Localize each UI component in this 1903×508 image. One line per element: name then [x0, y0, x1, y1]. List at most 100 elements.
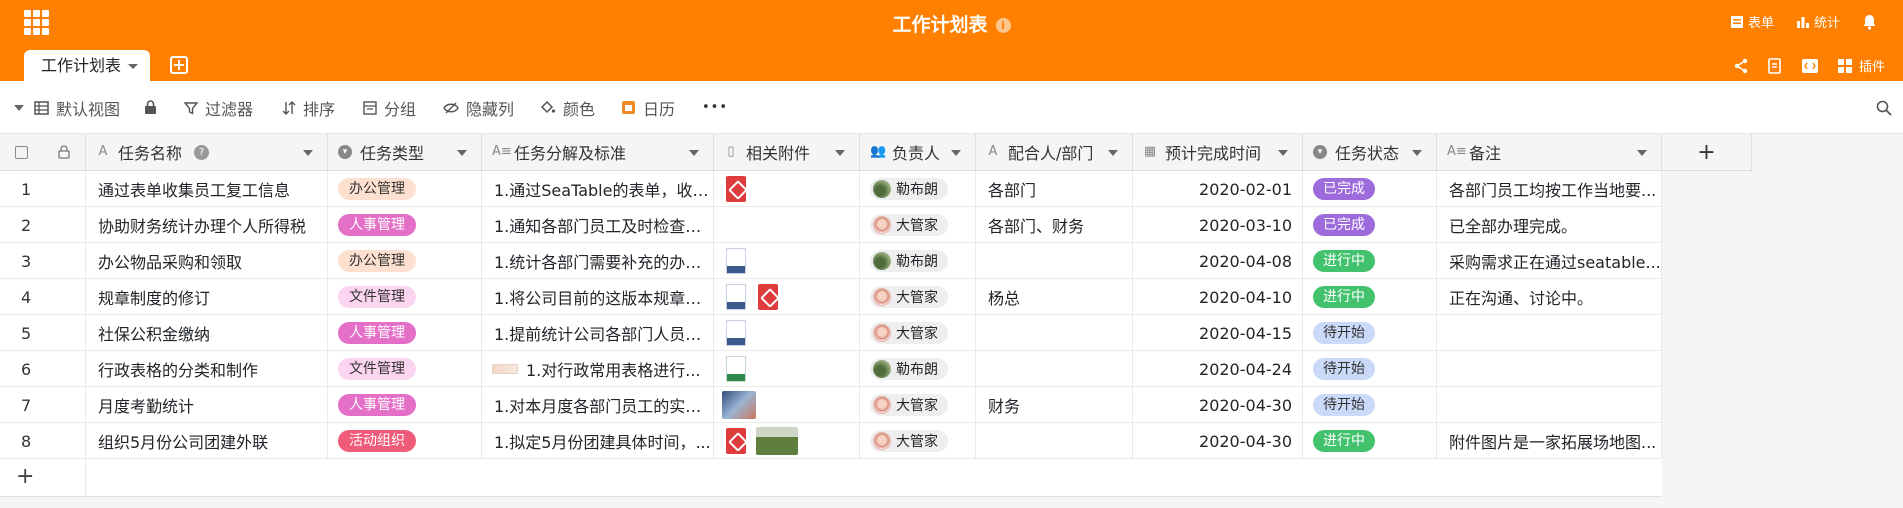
owner-cell[interactable]: 大管家	[860, 279, 976, 315]
note-cell[interactable]: 采购需求正在通过seatable...	[1437, 243, 1662, 279]
task-name-cell[interactable]: 规章制度的修订	[86, 279, 328, 315]
attachment-cell[interactable]	[714, 171, 860, 207]
task-type-cell[interactable]: 文件管理	[328, 279, 482, 315]
task-name-cell[interactable]: 月度考勤统计	[86, 387, 328, 423]
column-header-attachments[interactable]: ▯ 相关附件	[714, 134, 860, 171]
color-button[interactable]: 颜色	[540, 81, 595, 134]
owner-cell[interactable]: 大管家	[860, 315, 976, 351]
task-name-cell[interactable]: 办公物品采购和领取	[86, 243, 328, 279]
task-type-cell[interactable]: 办公管理	[328, 171, 482, 207]
attachment-cell[interactable]	[714, 423, 860, 459]
owner-cell[interactable]: 大管家	[860, 423, 976, 459]
chevron-down-icon[interactable]	[1108, 150, 1118, 156]
chevron-down-icon[interactable]	[1278, 150, 1288, 156]
help-icon[interactable]: ?	[194, 144, 210, 160]
lock-icon[interactable]	[144, 81, 164, 134]
due-date-cell[interactable]: 2020-02-01	[1133, 171, 1303, 207]
status-cell[interactable]: 进行中	[1303, 243, 1437, 279]
import-icon[interactable]	[1767, 57, 1783, 74]
task-type-cell[interactable]: 文件管理	[328, 351, 482, 387]
script-icon[interactable]	[1801, 58, 1819, 74]
more-icon[interactable]: •••	[702, 81, 728, 134]
column-header-due-date[interactable]: ▦ 预计完成时间	[1133, 134, 1303, 171]
image-thumbnail[interactable]	[756, 427, 798, 455]
attachment-cell[interactable]	[714, 315, 860, 351]
partner-cell[interactable]	[976, 315, 1133, 351]
due-date-cell[interactable]: 2020-04-24	[1133, 351, 1303, 387]
owner-cell[interactable]: 大管家	[860, 207, 976, 243]
group-button[interactable]: 分组	[363, 81, 416, 134]
column-header-task-detail[interactable]: A≡ 任务分解及标准	[482, 134, 714, 171]
table-row[interactable]: 5 社保公积金缴纳 人事管理 1.提前统计公司各部门人员特... 大管家 2020-04-…	[0, 315, 1662, 351]
row-number[interactable]: 2	[0, 207, 86, 243]
status-cell[interactable]: 已完成	[1303, 171, 1437, 207]
attachment-cell[interactable]	[714, 351, 860, 387]
column-header-owner[interactable]: 👥 负责人	[860, 134, 976, 171]
chevron-down-icon[interactable]	[835, 150, 845, 156]
partner-cell[interactable]: 各部门、财务	[976, 207, 1133, 243]
status-cell[interactable]: 进行中	[1303, 279, 1437, 315]
status-cell[interactable]: 进行中	[1303, 423, 1437, 459]
table-row[interactable]: 6 行政表格的分类和制作 文件管理 1.对行政常用表格进行... 勒布朗 2020-04-…	[0, 351, 1662, 387]
image-thumbnail[interactable]	[722, 391, 756, 419]
task-detail-cell[interactable]: 1.统计各部门需要补充的办公...	[482, 243, 714, 279]
share-icon[interactable]	[1733, 58, 1749, 74]
partner-cell[interactable]	[976, 423, 1133, 459]
chevron-down-icon[interactable]	[457, 150, 467, 156]
task-detail-cell[interactable]: 1.提前统计公司各部门人员特...	[482, 315, 714, 351]
note-cell[interactable]: 正在沟通、讨论中。	[1437, 279, 1662, 315]
attachment-cell[interactable]	[714, 279, 860, 315]
task-name-cell[interactable]: 社保公积金缴纳	[86, 315, 328, 351]
chevron-down-icon[interactable]	[303, 150, 313, 156]
status-cell[interactable]: 已完成	[1303, 207, 1437, 243]
doc-file-icon[interactable]	[726, 248, 746, 274]
row-number[interactable]: 3	[0, 243, 86, 279]
table-row[interactable]: 7 月度考勤统计 人事管理 1.对本月度各部门员工的实际... 大管家 财务 2020-04…	[0, 387, 1662, 423]
note-cell[interactable]	[1437, 351, 1662, 387]
status-cell[interactable]: 待开始	[1303, 315, 1437, 351]
hide-columns-button[interactable]: 隐藏列	[443, 81, 514, 134]
due-date-cell[interactable]: 2020-04-10	[1133, 279, 1303, 315]
task-name-cell[interactable]: 协助财务统计办理个人所得税	[86, 207, 328, 243]
note-cell[interactable]	[1437, 387, 1662, 423]
add-table-button[interactable]: +	[170, 56, 188, 74]
calendar-button[interactable]: 日历	[621, 81, 675, 134]
chevron-down-icon[interactable]	[1412, 150, 1422, 156]
row-number[interactable]: 5	[0, 315, 86, 351]
table-row[interactable]: 3 办公物品采购和领取 办公管理 1.统计各部门需要补充的办公... 勒布朗 2020-0…	[0, 243, 1662, 279]
filter-button[interactable]: 过滤器	[184, 81, 253, 134]
task-name-cell[interactable]: 组织5月份公司团建外联	[86, 423, 328, 459]
chevron-down-icon[interactable]	[689, 150, 699, 156]
add-column-button[interactable]: +	[1662, 134, 1752, 171]
column-header-partner[interactable]: A 配合人/部门	[976, 134, 1133, 171]
task-name-cell[interactable]: 行政表格的分类和制作	[86, 351, 328, 387]
due-date-cell[interactable]: 2020-03-10	[1133, 207, 1303, 243]
owner-cell[interactable]: 大管家	[860, 387, 976, 423]
form-button[interactable]: 表单	[1730, 12, 1774, 31]
partner-cell[interactable]: 各部门	[976, 171, 1133, 207]
column-header-status[interactable]: ▾ 任务状态	[1303, 134, 1437, 171]
status-cell[interactable]: 待开始	[1303, 351, 1437, 387]
add-row-button[interactable]: +	[0, 459, 86, 497]
task-type-cell[interactable]: 活动组织	[328, 423, 482, 459]
attachment-cell[interactable]	[714, 387, 860, 423]
chevron-down-icon[interactable]	[951, 150, 961, 156]
chevron-down-icon[interactable]	[128, 64, 138, 69]
owner-cell[interactable]: 勒布朗	[860, 243, 976, 279]
task-type-cell[interactable]: 办公管理	[328, 243, 482, 279]
partner-cell[interactable]: 杨总	[976, 279, 1133, 315]
stats-button[interactable]: 统计	[1796, 12, 1840, 31]
row-number[interactable]: 4	[0, 279, 86, 315]
select-all-checkbox[interactable]	[15, 145, 28, 159]
due-date-cell[interactable]: 2020-04-30	[1133, 387, 1303, 423]
task-type-cell[interactable]: 人事管理	[328, 315, 482, 351]
plugin-button[interactable]: 插件	[1837, 56, 1885, 75]
task-detail-cell[interactable]: 1.对本月度各部门员工的实际...	[482, 387, 714, 423]
column-header-task-name[interactable]: A 任务名称 ?	[86, 134, 328, 171]
info-icon[interactable]: i	[995, 18, 1011, 33]
table-row[interactable]: 8 组织5月份公司团建外联 活动组织 1.拟定5月份团建具体时间，... 大管家 2020…	[0, 423, 1662, 459]
row-number[interactable]: 7	[0, 387, 86, 423]
note-cell[interactable]: 已全部办理完成。	[1437, 207, 1662, 243]
attachment-cell[interactable]	[714, 207, 860, 243]
sheet-file-icon[interactable]	[726, 356, 746, 382]
